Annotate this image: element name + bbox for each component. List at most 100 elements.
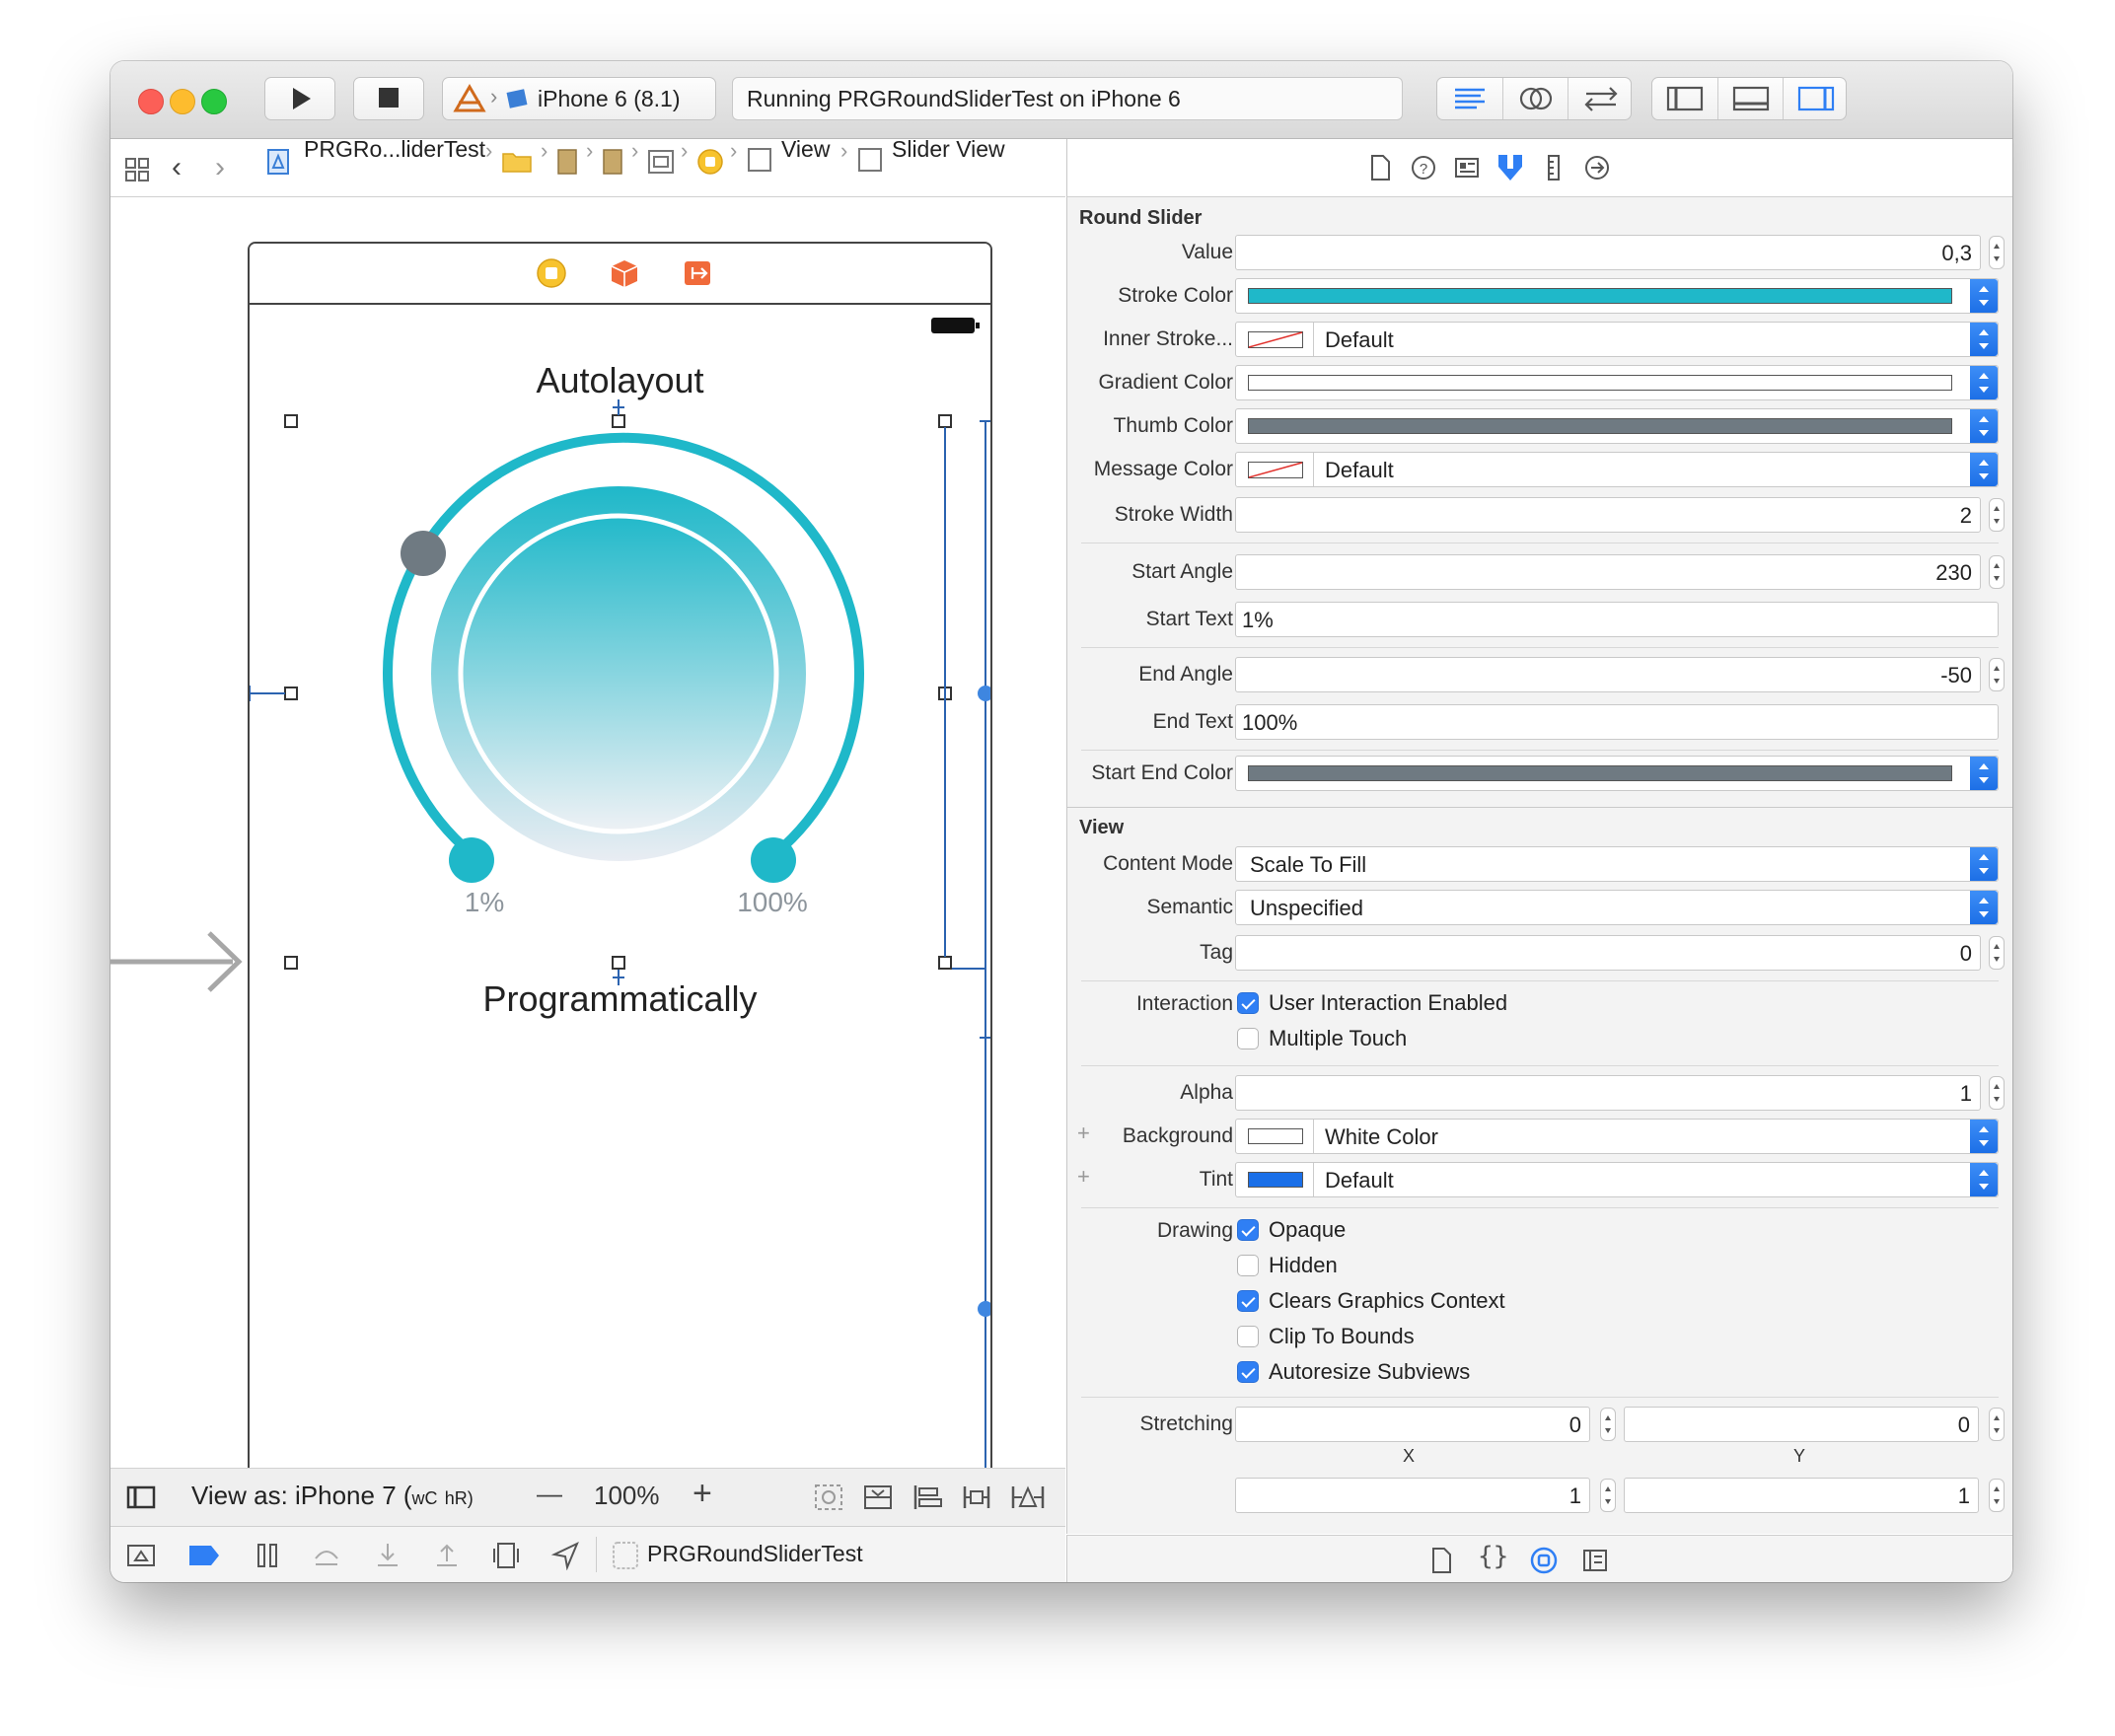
background-popup[interactable]: White Color [1235,1119,1999,1154]
opaque-checkbox[interactable] [1237,1219,1259,1241]
stretch-height-stepper[interactable] [1989,1479,2005,1512]
semantic-popup[interactable]: Unspecified [1235,890,1999,925]
stroke-width-stepper[interactable] [1989,498,2005,532]
assistant-editor-button[interactable] [1502,78,1568,119]
hide-debug-area-icon[interactable] [126,1543,156,1568]
add-variation-plus-icon[interactable]: + [1077,1121,1090,1146]
breadcrumb-view[interactable]: View [781,136,830,163]
size-inspector-icon[interactable] [1539,153,1568,182]
thumb-color-well[interactable] [1235,408,1999,444]
stroke-color-well[interactable] [1235,278,1999,314]
stop-button[interactable] [353,77,424,120]
stretch-x-field[interactable]: 0 [1235,1407,1590,1442]
tint-popup[interactable]: Default [1235,1162,1999,1197]
connections-inspector-icon[interactable] [1582,153,1612,182]
related-items-grid-icon[interactable] [124,157,152,184]
tag-field[interactable]: 0 [1235,935,1981,971]
align-icon[interactable] [912,1483,943,1512]
gradient-color-well[interactable] [1235,365,1999,400]
stroke-color-popup[interactable] [1970,279,1998,313]
multiple-touch-checkbox[interactable] [1237,1028,1259,1049]
value-field[interactable]: 0,3 [1235,235,1981,270]
file-template-library-icon[interactable] [1426,1546,1456,1575]
step-out-icon[interactable] [432,1541,462,1570]
run-button[interactable] [264,77,335,120]
message-color-popup[interactable]: Default [1235,452,1999,487]
tint-chevron[interactable] [1970,1163,1998,1196]
standard-editor-button[interactable] [1437,78,1502,119]
inner-stroke-popup[interactable]: Default [1235,322,1999,357]
zoom-out-button[interactable]: — [537,1479,562,1509]
breadcrumb-project[interactable]: PRGRo...liderTest [304,136,485,163]
clip-bounds-checkbox[interactable] [1237,1326,1259,1347]
code-snippet-library-icon[interactable]: {} [1478,1542,1508,1571]
alpha-field[interactable]: 1 [1235,1075,1981,1111]
back-arrow-icon[interactable]: ‹ [172,151,182,184]
view-as-button[interactable]: View as: iPhone 7 (wC hR) [191,1481,474,1511]
zoom-in-button[interactable]: + [693,1475,712,1513]
stretch-height-field[interactable]: 1 [1624,1478,1979,1513]
embed-in-stack-icon[interactable] [862,1483,894,1512]
step-over-icon[interactable] [312,1541,341,1570]
step-into-icon[interactable] [373,1541,402,1570]
version-editor-button[interactable] [1568,78,1634,119]
slider-thumb[interactable] [401,531,446,576]
folder-icon[interactable] [501,150,533,174]
forward-arrow-icon[interactable]: › [215,151,225,184]
start-end-color-well[interactable] [1235,756,1999,791]
quick-help-icon[interactable]: ? [1409,153,1438,182]
file-inspector-icon[interactable] [1365,153,1395,182]
round-slider-view[interactable] [250,244,990,1516]
message-color-chevron[interactable] [1970,453,1998,486]
alpha-stepper[interactable] [1989,1076,2005,1110]
scheme-selector[interactable]: › iPhone 6 (8.1) [442,77,716,120]
view-controller-scene[interactable]: Autolayout 1% 100% Programmatically [248,242,992,1516]
end-angle-field[interactable]: -50 [1235,657,1981,692]
pause-icon[interactable] [253,1541,282,1570]
minimize-window-button[interactable] [170,89,195,114]
start-end-color-popup[interactable] [1970,757,1998,790]
update-frames-icon[interactable] [813,1483,844,1512]
content-mode-chevron[interactable] [1970,847,1998,881]
end-text-field[interactable]: 100% [1235,704,1999,740]
start-angle-field[interactable]: 230 [1235,554,1981,590]
zoom-window-button[interactable] [201,89,227,114]
stretch-x-stepper[interactable] [1600,1408,1616,1441]
object-library-icon[interactable] [1529,1546,1559,1575]
resolve-issues-icon[interactable] [1010,1483,1046,1512]
user-interaction-checkbox[interactable] [1237,992,1259,1014]
add-variation-plus-icon[interactable]: + [1077,1164,1090,1190]
identity-inspector-icon[interactable] [1452,153,1482,182]
document-outline-toggle-icon[interactable] [126,1484,156,1510]
content-mode-popup[interactable]: Scale To Fill [1235,846,1999,882]
view-debugger-icon[interactable] [491,1541,521,1570]
stretch-y-field[interactable]: 0 [1624,1407,1979,1442]
programmatically-title-label[interactable]: Programmatically [250,978,990,1020]
value-stepper[interactable] [1989,236,2005,269]
stretch-width-stepper[interactable] [1600,1479,1616,1512]
inner-stroke-chevron[interactable] [1970,323,1998,356]
semantic-chevron[interactable] [1970,891,1998,924]
start-text-field[interactable]: 1% [1235,602,1999,637]
constraint-anchor[interactable] [978,686,990,701]
thumb-color-popup[interactable] [1970,409,1998,443]
tag-stepper[interactable] [1989,936,2005,970]
clears-context-checkbox[interactable] [1237,1290,1259,1312]
toggle-navigator-button[interactable] [1652,78,1717,119]
storyboard-file-icon[interactable] [556,148,578,176]
hidden-checkbox[interactable] [1237,1255,1259,1276]
scene-icon[interactable] [647,148,675,176]
breadcrumb-slider-view[interactable]: Slider View [892,136,1005,163]
media-library-icon[interactable] [1580,1546,1610,1575]
toggle-debug-area-button[interactable] [1717,78,1784,119]
simulate-location-icon[interactable] [550,1541,580,1570]
background-chevron[interactable] [1970,1120,1998,1153]
breakpoints-toggle-icon[interactable] [187,1543,221,1568]
attributes-inspector-icon[interactable] [1494,151,1527,184]
close-window-button[interactable] [138,89,164,114]
view-controller-icon[interactable] [696,148,724,176]
constraint-anchor[interactable] [978,1301,990,1317]
end-angle-stepper[interactable] [1989,658,2005,691]
start-angle-stepper[interactable] [1989,555,2005,589]
toggle-utilities-button[interactable] [1783,78,1849,119]
